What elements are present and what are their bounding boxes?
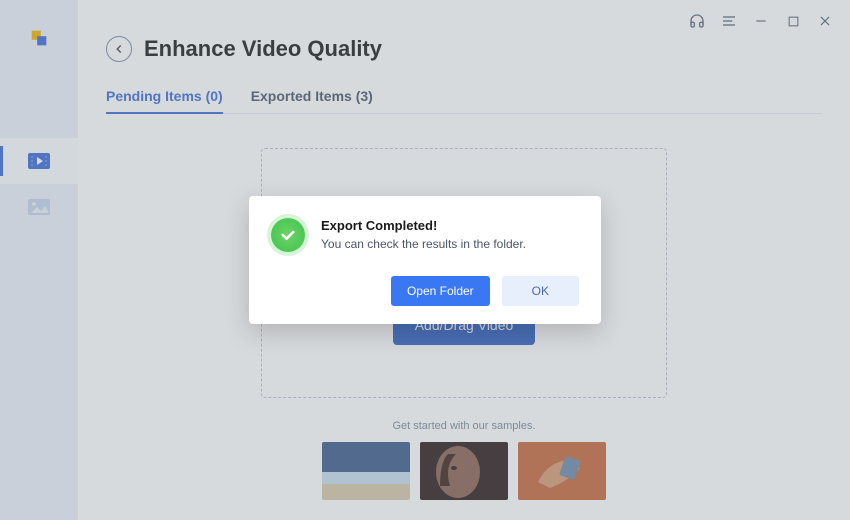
open-folder-button[interactable]: Open Folder: [391, 276, 490, 306]
dialog-title: Export Completed!: [321, 218, 526, 233]
dialog-message: You can check the results in the folder.: [321, 237, 526, 251]
ok-button[interactable]: OK: [502, 276, 579, 306]
success-check-icon: [271, 218, 305, 252]
modal-overlay: Export Completed! You can check the resu…: [0, 0, 850, 520]
export-dialog: Export Completed! You can check the resu…: [249, 196, 601, 324]
